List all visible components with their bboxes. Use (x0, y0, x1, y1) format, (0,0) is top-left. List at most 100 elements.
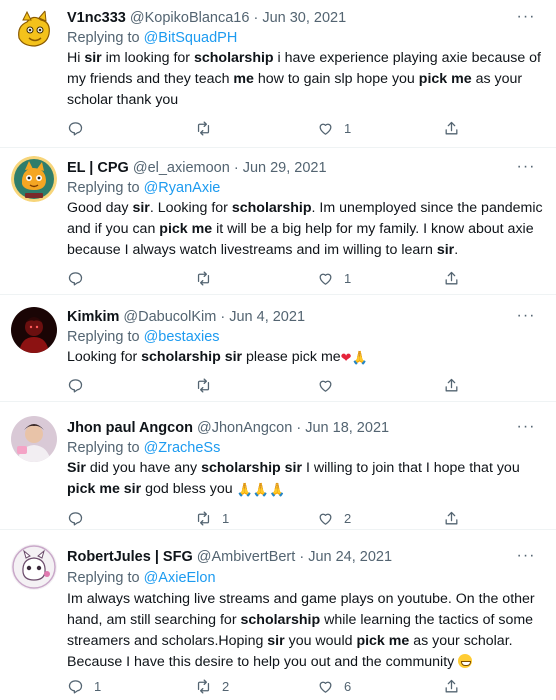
share-button[interactable] (443, 118, 460, 138)
text-segment: streamers and scholars.Hoping (67, 633, 268, 649)
tweet-date[interactable]: Jun 4, 2021 (229, 309, 305, 325)
user-handle[interactable]: @KopikoBlanca16 (130, 10, 250, 26)
avatar[interactable] (11, 156, 57, 202)
text-segment: i have experience playing axie because o… (273, 50, 541, 66)
text-segment: how to gain slp hope you (253, 71, 419, 87)
text-segment: and if you can (67, 221, 160, 237)
text-segment: Because I have this desire to help you o… (67, 654, 459, 670)
tweet-text: Im always watching live streams and game… (67, 589, 537, 673)
share-button[interactable] (443, 375, 460, 395)
like-button[interactable] (317, 375, 334, 395)
retweet-icon (195, 120, 212, 137)
display-name[interactable]: RobertJules | SFG (67, 549, 193, 565)
separator: · (296, 420, 302, 436)
tweet-text-line: my friends and they teach me how to gain… (67, 69, 537, 90)
reply-feed: V1nc333 @KopikoBlanca16 · Jun 30, 2021 ·… (0, 0, 556, 700)
avatar[interactable] (11, 544, 57, 590)
highlighted-term: pick me sir (67, 481, 142, 497)
user-handle[interactable]: @AmbivertBert (197, 549, 296, 565)
replying-handle[interactable]: @AxieElon (144, 570, 216, 586)
reply-button[interactable] (67, 268, 84, 288)
display-name[interactable]: Kimkim (67, 309, 119, 325)
display-name[interactable]: EL | CPG (67, 160, 129, 176)
tweet-header: EL | CPG @el_axiemoon · Jun 29, 2021 (67, 158, 516, 178)
text-segment: . Im unemployed since the pandemic (311, 200, 543, 216)
share-icon (443, 270, 460, 287)
retweet-button[interactable]: 2 (195, 676, 229, 696)
tweet-text: Looking for scholarship sir please pick … (67, 347, 537, 368)
more-icon[interactable]: ··· (516, 548, 536, 567)
display-name[interactable]: Jhon paul Angcon (67, 420, 193, 436)
reply-button[interactable] (67, 118, 84, 138)
replying-handle[interactable]: @ZracheSs (144, 440, 221, 456)
replying-handle[interactable]: @bestaxies (144, 329, 220, 345)
retweet-button[interactable] (195, 268, 212, 288)
replying-prefix: Replying to (67, 30, 144, 46)
separator: · (233, 160, 239, 176)
avatar-image (11, 8, 57, 54)
user-handle[interactable]: @DabucolKim (123, 309, 216, 325)
separator: · (220, 309, 226, 325)
avatar[interactable] (11, 8, 57, 54)
like-icon (317, 510, 334, 527)
like-button[interactable]: 1 (317, 118, 351, 138)
avatar[interactable] (11, 416, 57, 462)
tweet-date[interactable]: Jun 29, 2021 (243, 160, 327, 176)
text-segment: Looking for (67, 349, 142, 365)
tweet-date[interactable]: Jun 24, 2021 (308, 549, 392, 565)
like-button[interactable]: 1 (317, 268, 351, 288)
replying-to: Replying to @ZracheSs (67, 438, 220, 458)
reply-count: 1 (94, 678, 102, 694)
share-button[interactable] (443, 268, 460, 288)
tweet-text-line: scholar thank you (67, 90, 537, 111)
like-button[interactable]: 2 (317, 508, 351, 528)
reply-button[interactable] (67, 375, 84, 395)
text-segment: as your (471, 71, 523, 87)
retweet-icon (195, 678, 212, 695)
like-icon (317, 377, 334, 394)
retweet-button[interactable]: 1 (195, 508, 229, 528)
user-handle[interactable]: @JhonAngcon (197, 420, 292, 436)
tweet[interactable]: EL | CPG @el_axiemoon · Jun 29, 2021 ···… (0, 148, 556, 295)
replying-to: Replying to @BitSquadPH (67, 28, 237, 48)
reply-button[interactable]: 1 (67, 676, 101, 696)
highlighted-term: Sir (67, 460, 86, 476)
like-count: 6 (344, 678, 352, 694)
share-button[interactable] (443, 676, 460, 696)
avatar[interactable] (11, 307, 57, 353)
share-button[interactable] (443, 508, 460, 528)
tweet[interactable]: Kimkim @DabucolKim · Jun 4, 2021 ··· Rep… (0, 295, 556, 402)
more-icon[interactable]: ··· (516, 159, 536, 178)
display-name[interactable]: V1nc333 (67, 10, 126, 26)
heart-emoji-icon: ❤ (340, 350, 352, 365)
tweet[interactable]: V1nc333 @KopikoBlanca16 · Jun 30, 2021 ·… (0, 0, 556, 148)
like-count: 1 (344, 120, 352, 136)
tweet-date[interactable]: Jun 30, 2021 (262, 10, 346, 26)
avatar-image (11, 544, 57, 590)
user-handle[interactable]: @el_axiemoon (133, 160, 230, 176)
tweet-header: V1nc333 @KopikoBlanca16 · Jun 30, 2021 (67, 8, 516, 28)
replying-handle[interactable]: @BitSquadPH (144, 30, 238, 46)
tweet[interactable]: Jhon paul Angcon @JhonAngcon · Jun 18, 2… (0, 402, 556, 530)
replying-handle[interactable]: @RyanAxie (144, 180, 221, 196)
more-icon[interactable]: ··· (516, 9, 536, 28)
retweet-count: 2 (222, 678, 230, 694)
highlighted-term: scholarship sir (201, 460, 303, 476)
tweet-text-line: Because I have this desire to help you o… (67, 652, 537, 673)
retweet-button[interactable] (195, 375, 212, 395)
more-icon[interactable]: ··· (516, 419, 536, 438)
replying-prefix: Replying to (67, 329, 144, 345)
like-button[interactable]: 6 (317, 676, 351, 696)
tweet-date[interactable]: Jun 18, 2021 (305, 420, 389, 436)
avatar-image (11, 307, 57, 353)
reply-button[interactable] (67, 508, 84, 528)
praying-hands-emoji-icon: 🙏🙏🙏 (236, 482, 286, 497)
tweet[interactable]: RobertJules | SFG @AmbivertBert · Jun 24… (0, 530, 556, 700)
more-icon[interactable]: ··· (516, 308, 536, 327)
avatar-image (11, 156, 57, 202)
highlighted-term: pick me (418, 71, 472, 87)
text-segment: my friends and they teach (67, 71, 234, 87)
like-icon (317, 678, 334, 695)
retweet-button[interactable] (195, 118, 212, 138)
tweet-header: RobertJules | SFG @AmbivertBert · Jun 24… (67, 547, 516, 567)
